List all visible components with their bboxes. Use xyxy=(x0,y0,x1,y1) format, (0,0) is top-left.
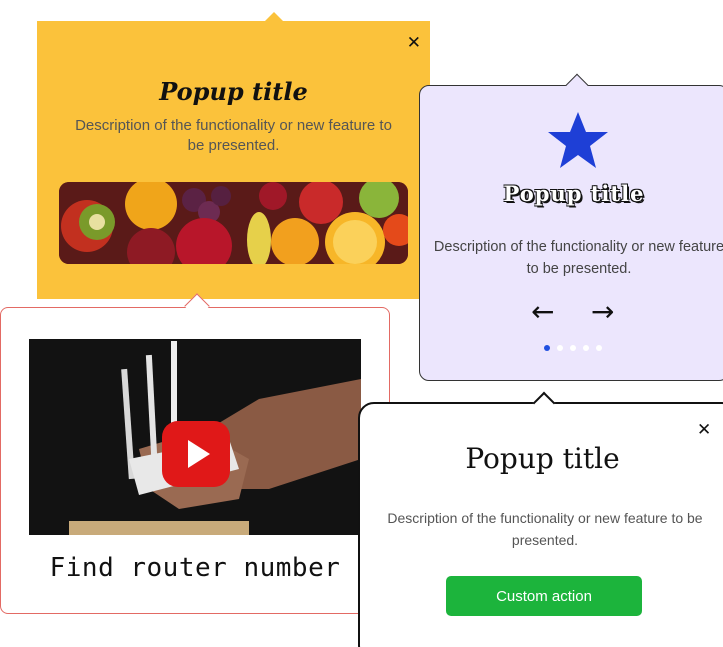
arrow-right-icon[interactable]: → xyxy=(591,298,614,326)
popup-pointer xyxy=(532,391,556,415)
popup-pointer xyxy=(565,73,589,97)
popup-title: Popup title xyxy=(503,181,645,206)
carousel-dot[interactable] xyxy=(544,345,550,351)
carousel-dot[interactable] xyxy=(583,345,589,351)
popup-title: Popup title xyxy=(159,77,308,106)
fruit-image xyxy=(59,182,408,264)
play-icon[interactable] xyxy=(162,421,230,487)
popup-video: Find router number xyxy=(0,293,390,614)
popup-pointer xyxy=(265,12,283,21)
carousel-dot[interactable] xyxy=(596,345,602,351)
star-icon xyxy=(548,112,608,168)
arrow-left-icon[interactable]: ← xyxy=(531,298,554,326)
popup-description: Description of the functionality or new … xyxy=(387,510,703,548)
video-thumbnail[interactable] xyxy=(29,339,361,535)
popup-action: ✕ Popup title Description of the functio… xyxy=(358,391,723,647)
carousel-dots xyxy=(544,345,602,351)
close-icon[interactable]: ✕ xyxy=(407,35,421,52)
popup-carousel: Popup title Description of the functiona… xyxy=(419,73,723,381)
carousel-dot[interactable] xyxy=(570,345,576,351)
popup-yellow: ✕ Popup title Description of the functio… xyxy=(37,12,430,299)
custom-action-button[interactable]: Custom action xyxy=(446,576,642,616)
close-icon[interactable]: ✕ xyxy=(697,422,711,439)
popup-title: Popup title xyxy=(465,442,620,475)
popup-description: Description of the functionality or new … xyxy=(75,117,392,154)
popup-description: Description of the functionality or new … xyxy=(433,239,723,277)
video-caption: Find router number xyxy=(49,553,341,583)
carousel-dot[interactable] xyxy=(557,345,563,351)
